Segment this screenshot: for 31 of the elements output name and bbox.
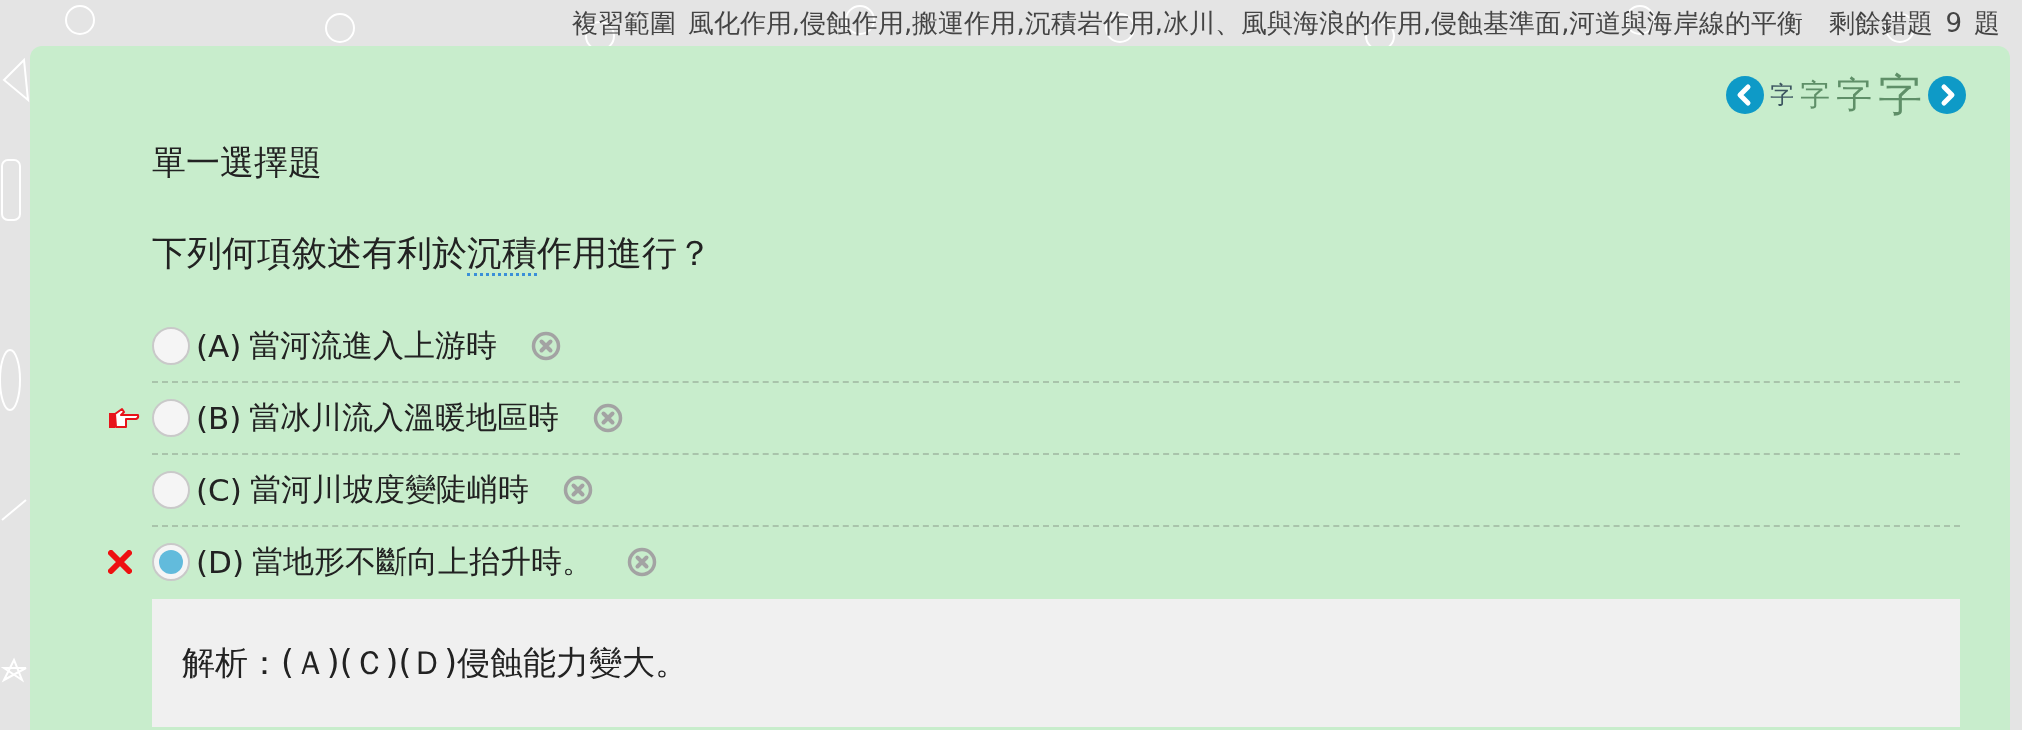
next-button[interactable] — [1928, 76, 1966, 114]
font-size-option[interactable]: 字 — [1878, 73, 1922, 117]
font-size-option[interactable]: 字 — [1770, 83, 1794, 107]
previous-button[interactable] — [1726, 76, 1764, 114]
font-size-option[interactable]: 字 — [1800, 80, 1830, 110]
option-text: 當河流進入上游時 — [249, 326, 498, 365]
option-text: 當冰川流入溫暖地區時 — [249, 398, 560, 437]
scope-text: 風化作用,侵蝕作用,搬運作用,沉積岩作用,冰川、風與海浪的作用,侵蝕基準面,河道與海岸線的平衡 — [687, 6, 1804, 40]
option-text: 當地形不斷向上抬升時。 — [252, 542, 594, 581]
question-type: 單一選擇題 — [152, 141, 323, 184]
close-icon[interactable] — [627, 547, 658, 577]
term-link[interactable]: 沉積 — [467, 233, 537, 276]
option-letter: (C) — [196, 472, 242, 508]
remaining-unit: 題 — [1974, 6, 2000, 40]
close-icon[interactable] — [593, 403, 624, 433]
radio-button[interactable] — [152, 327, 190, 365]
option-text: 當河川坡度變陡峭時 — [249, 470, 529, 509]
radio-button[interactable] — [152, 543, 190, 581]
close-icon[interactable] — [562, 475, 593, 505]
option-letter: (D) — [196, 544, 245, 580]
close-icon[interactable] — [531, 331, 562, 361]
radio-button[interactable] — [152, 399, 190, 437]
remaining-count: 9 — [1945, 8, 1962, 38]
question-text: 下列何項敘述有利於沉積作用進行？ — [152, 230, 2010, 277]
option-letter: (B) — [196, 400, 242, 436]
remaining-label: 剩餘錯題 — [1829, 6, 1934, 40]
option-letter: (A) — [196, 328, 242, 364]
radio-button[interactable] — [152, 471, 190, 509]
font-size-option[interactable]: 字 — [1836, 77, 1872, 113]
scope-label: 複習範圍 — [571, 6, 676, 40]
explanation-text: 解析：(Ａ)(Ｃ)(Ｄ)侵蝕能力變大。 — [152, 599, 1960, 727]
